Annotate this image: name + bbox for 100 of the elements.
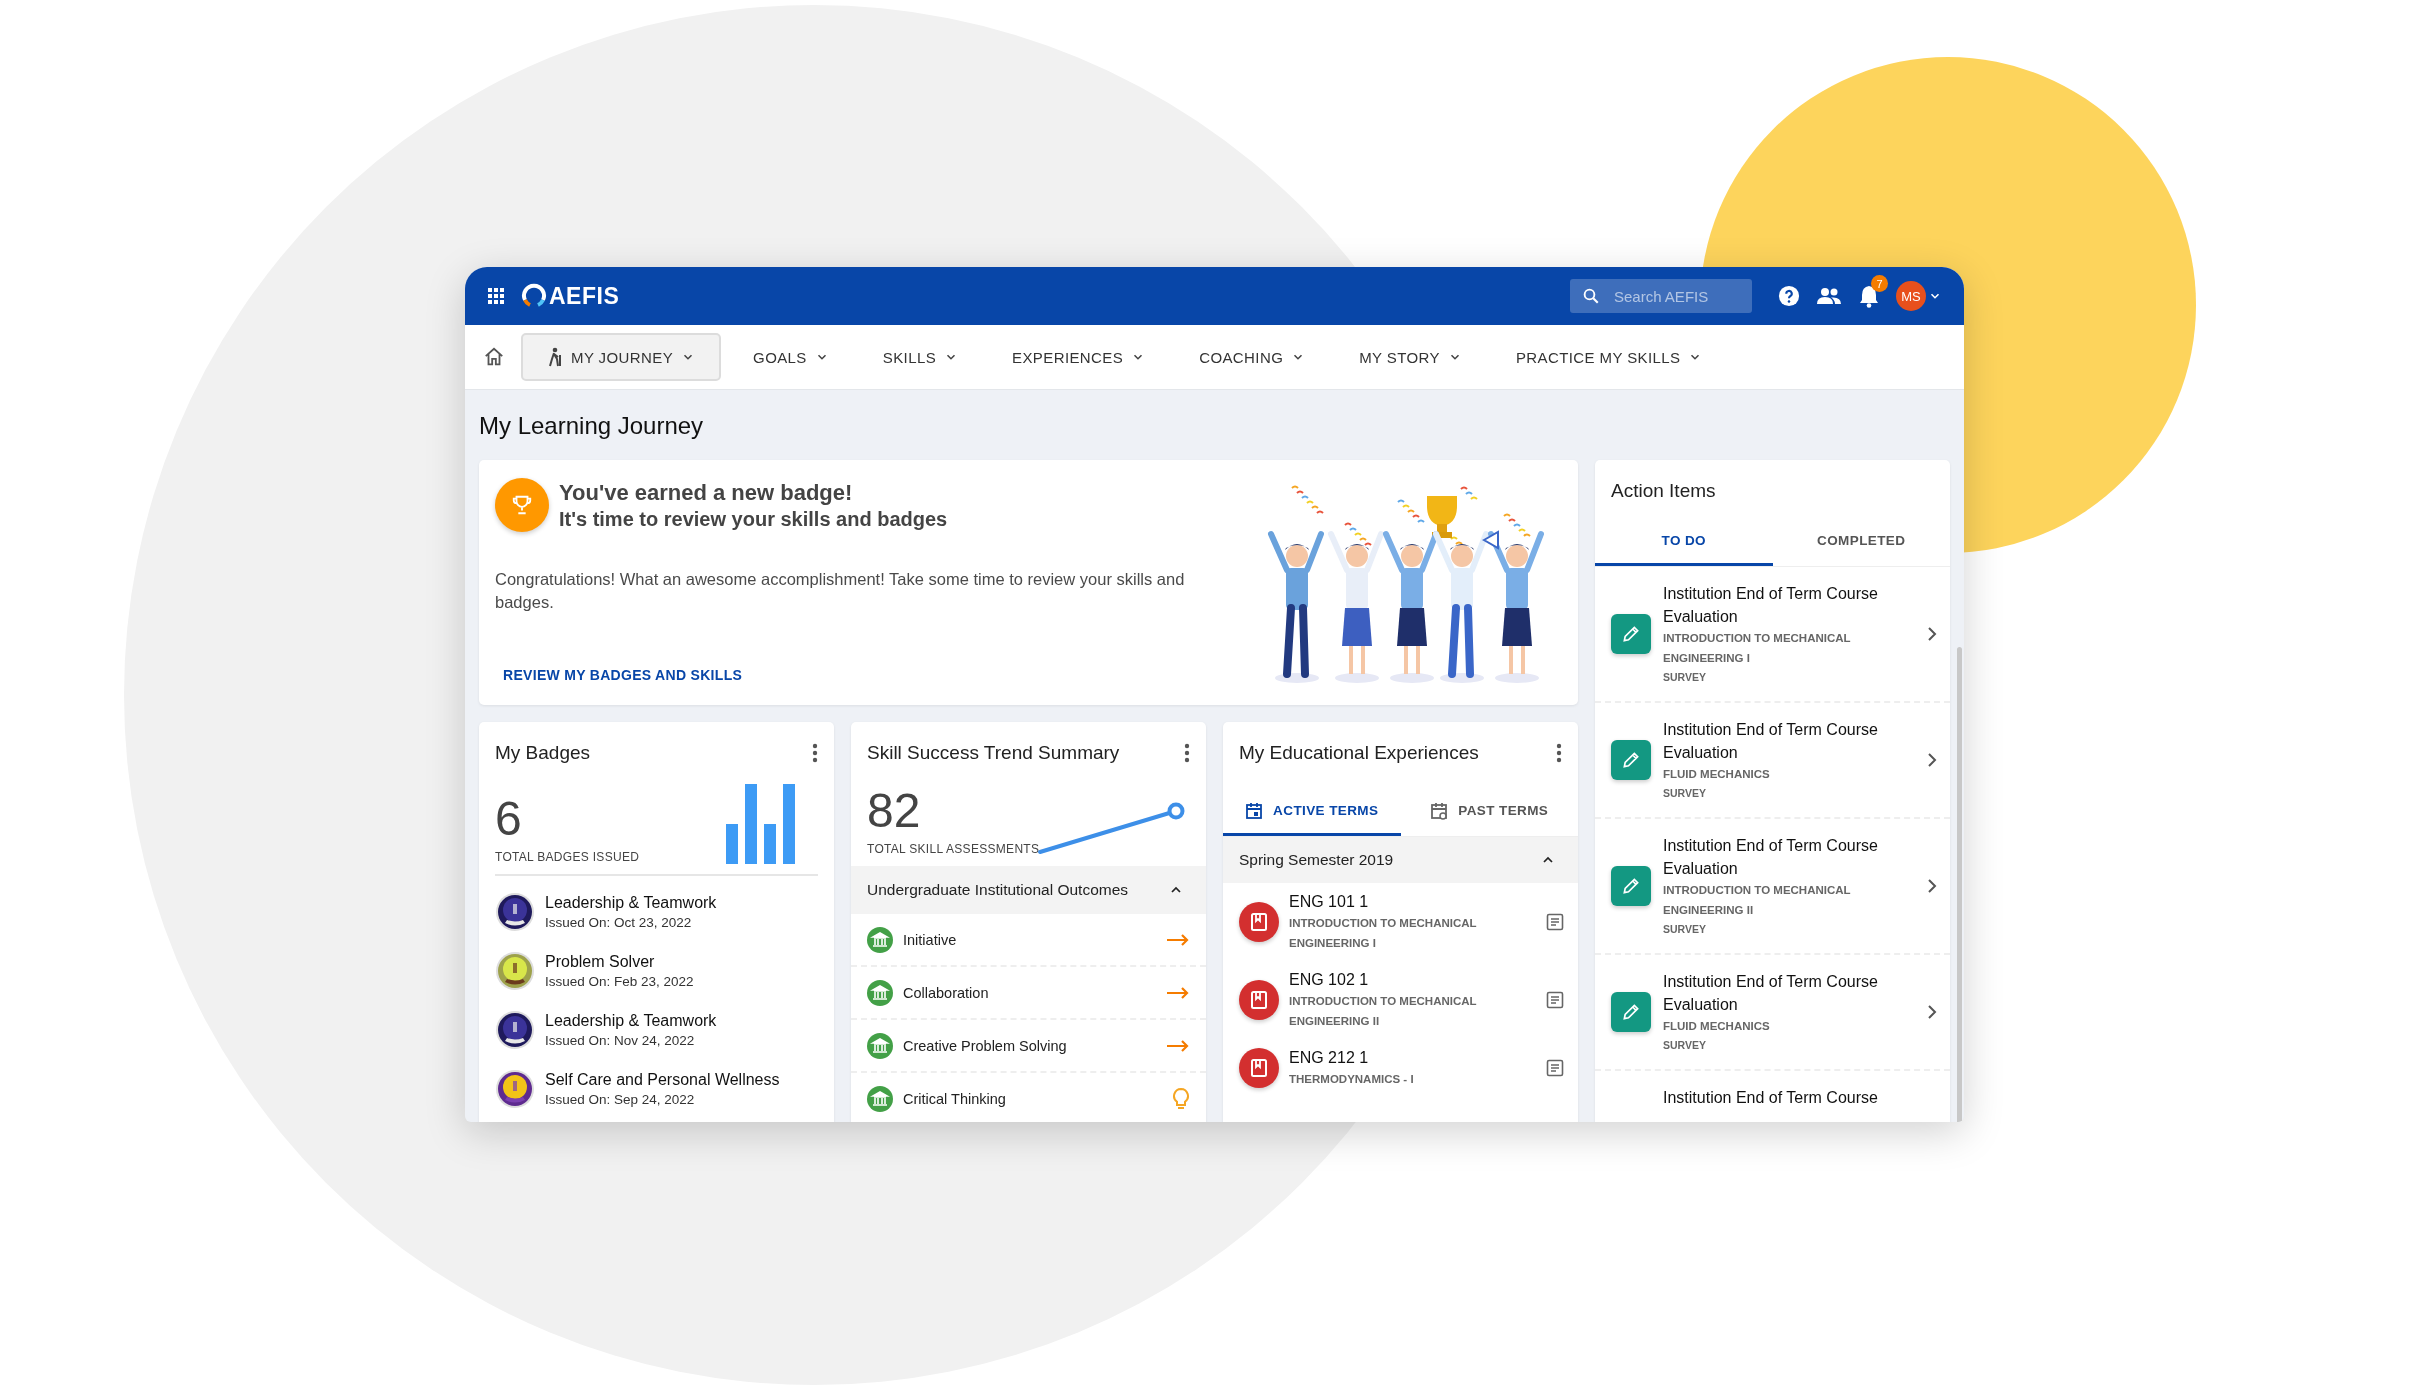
- outcome-group-header[interactable]: Undergraduate Institutional Outcomes: [851, 866, 1206, 914]
- card-title: My Educational Experiences: [1239, 742, 1479, 764]
- issue-date: Issued On: Sep 24, 2022: [545, 1091, 696, 1107]
- card-title: Action Items: [1611, 480, 1716, 502]
- course-name: INTRODUCTION TO MECHANICAL ENGINEERING II: [1663, 883, 1852, 918]
- chevron-right-icon[interactable]: [1926, 1005, 1938, 1019]
- book-icon: [1239, 902, 1279, 942]
- tab[interactable]: TO DO: [1595, 518, 1773, 566]
- course-code[interactable]: ENG 102 1: [1289, 969, 1536, 991]
- badge-name[interactable]: Leadership & Teamwork: [545, 893, 717, 912]
- nav-menu-item[interactable]: MY STORY: [1337, 334, 1484, 380]
- more-options-icon[interactable]: [1556, 743, 1562, 763]
- logo-icon: [521, 283, 547, 309]
- app-logo[interactable]: AEFIS: [549, 282, 620, 310]
- more-options-icon[interactable]: [812, 743, 818, 763]
- badge-emblem-icon: [495, 891, 535, 932]
- trophy-icon: [495, 478, 549, 532]
- edit-icon: [1611, 866, 1651, 906]
- search-icon: [1582, 287, 1600, 305]
- item-type: SURVEY: [1663, 786, 1707, 801]
- arrow-right-icon: [1166, 933, 1190, 946]
- course-title: INTRODUCTION TO MECHANICAL ENGINEERING II: [1289, 994, 1478, 1029]
- badge-emblem-icon: [495, 950, 535, 991]
- chevron-right-icon[interactable]: [1926, 753, 1938, 767]
- nav-menu-item[interactable]: SKILLS: [860, 334, 981, 380]
- outcome-name[interactable]: Critical Thinking: [903, 1090, 1162, 1107]
- book-icon: [1239, 1048, 1279, 1088]
- card-title: Skill Success Trend Summary: [867, 742, 1120, 764]
- home-icon[interactable]: [483, 346, 505, 368]
- nav-menu-item[interactable]: EXPERIENCES: [990, 334, 1168, 380]
- badge-total: 6: [495, 792, 523, 846]
- tab[interactable]: PAST TERMS: [1400, 788, 1578, 836]
- course-name: FLUID MECHANICS: [1663, 767, 1771, 782]
- page-title: My Learning Journey: [479, 412, 705, 440]
- stat-label: TOTAL SKILL ASSESSMENTS: [867, 842, 1040, 856]
- group-label: Undergraduate Institutional Outcomes: [867, 881, 1129, 899]
- announcement-title: You've earned a new badge!: [559, 479, 854, 506]
- assessment-total: 82: [867, 784, 922, 838]
- item-type: SURVEY: [1663, 1038, 1707, 1053]
- document-icon[interactable]: [1546, 913, 1564, 931]
- term-label: Spring Semester 2019: [1239, 851, 1394, 869]
- item-type: SURVEY: [1663, 922, 1707, 937]
- bar-chart-icon: [726, 784, 796, 864]
- action-item-title[interactable]: Institution End of Term Course Evaluation: [1663, 970, 1914, 1016]
- announcement-subtitle: It's time to review your skills and badges: [559, 507, 948, 531]
- nav-menu-item[interactable]: GOALS: [731, 334, 851, 380]
- hiker-icon: [547, 347, 563, 367]
- nav-menu-item[interactable]: MY JOURNEY: [521, 333, 722, 381]
- action-item-title[interactable]: Institution End of Term Course: [1663, 1086, 1938, 1109]
- badge-name[interactable]: Problem Solver: [545, 952, 694, 971]
- tab[interactable]: COMPLETED: [1772, 518, 1950, 566]
- outcome-name[interactable]: Initiative: [903, 931, 1156, 948]
- institution-icon: [867, 1085, 893, 1112]
- badge-name[interactable]: Self Care and Personal Wellness: [545, 1070, 780, 1089]
- action-item-title[interactable]: Institution End of Term Course Evaluation: [1663, 718, 1914, 764]
- chevron-right-icon[interactable]: [1926, 627, 1938, 641]
- course-title: INTRODUCTION TO MECHANICAL ENGINEERING I: [1289, 916, 1478, 951]
- calendar-icon: [1245, 801, 1264, 820]
- arrow-right-icon: [1166, 1039, 1190, 1052]
- calendar-icon: [1430, 801, 1449, 820]
- course-name: FLUID MECHANICS: [1663, 1019, 1771, 1034]
- nav-menu-item[interactable]: COACHING: [1177, 334, 1328, 380]
- edit-icon: [1611, 992, 1651, 1032]
- issue-date: Issued On: Oct 23, 2022: [545, 914, 693, 930]
- document-icon[interactable]: [1546, 991, 1564, 1009]
- item-type: SURVEY: [1663, 670, 1707, 685]
- outcome-name[interactable]: Collaboration: [903, 984, 1156, 1001]
- stat-label: TOTAL BADGES ISSUED: [495, 850, 640, 864]
- course-title: THERMODYNAMICS - I: [1289, 1072, 1415, 1087]
- chevron-right-icon[interactable]: [1926, 879, 1938, 893]
- action-item-title[interactable]: Institution End of Term Course Evaluation: [1663, 834, 1914, 880]
- document-icon[interactable]: [1546, 1059, 1564, 1077]
- institution-icon: [867, 979, 893, 1006]
- notification-count: 7: [1871, 275, 1888, 292]
- more-options-icon[interactable]: [1184, 743, 1190, 763]
- scrollbar[interactable]: [1957, 647, 1962, 1122]
- badge-emblem-icon: [495, 1009, 535, 1050]
- course-code[interactable]: ENG 212 1: [1289, 1047, 1536, 1069]
- help-icon[interactable]: [1778, 285, 1800, 307]
- issue-date: Issued On: Nov 24, 2022: [545, 1032, 696, 1048]
- book-icon: [1239, 980, 1279, 1020]
- lightbulb-icon: [1172, 1086, 1190, 1111]
- issue-date: Issued On: Feb 23, 2022: [545, 973, 694, 989]
- nav-menu-item[interactable]: PRACTICE MY SKILLS: [1493, 334, 1725, 380]
- app-grid-icon[interactable]: [487, 287, 505, 305]
- term-header[interactable]: Spring Semester 2019: [1223, 837, 1578, 883]
- edit-icon: [1611, 614, 1651, 654]
- arrow-right-icon: [1166, 986, 1190, 999]
- outcome-name[interactable]: Creative Problem Solving: [903, 1037, 1156, 1054]
- course-code[interactable]: ENG 101 1: [1289, 891, 1536, 913]
- institution-icon: [867, 1032, 893, 1059]
- badge-name[interactable]: Leadership & Teamwork: [545, 1011, 717, 1030]
- card-title: My Badges: [495, 742, 591, 764]
- user-avatar[interactable]: MS: [1896, 281, 1926, 311]
- action-item-title[interactable]: Institution End of Term Course Evaluation: [1663, 582, 1914, 628]
- edit-icon: [1611, 740, 1651, 780]
- review-badges-link[interactable]: REVIEW MY BADGES AND SKILLS: [503, 667, 743, 683]
- badge-emblem-icon: [495, 1068, 535, 1109]
- people-icon[interactable]: [1816, 285, 1842, 307]
- course-name: INTRODUCTION TO MECHANICAL ENGINEERING I: [1663, 631, 1852, 666]
